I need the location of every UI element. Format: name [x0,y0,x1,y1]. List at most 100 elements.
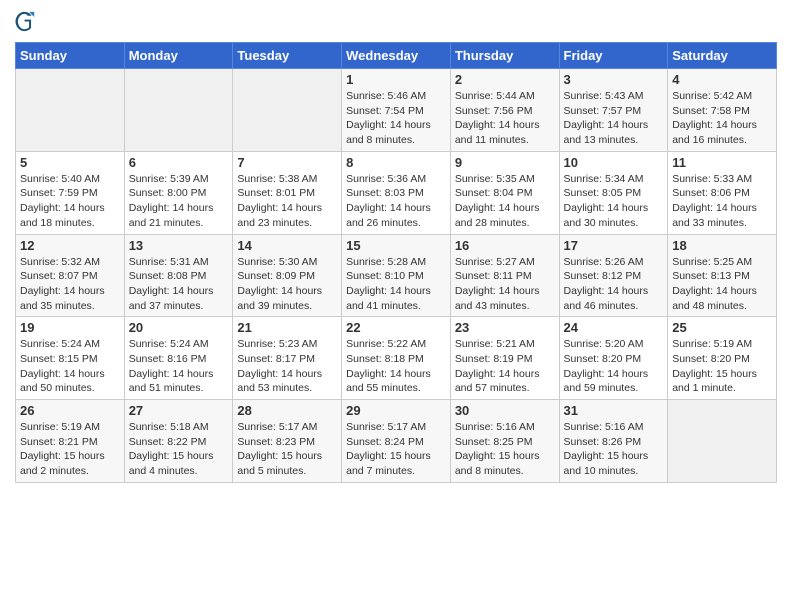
calendar-cell: 16 Sunrise: 5:27 AM Sunset: 8:11 PM Dayli… [450,234,559,317]
calendar-cell: 25 Sunrise: 5:19 AM Sunset: 8:20 PM Dayli… [668,317,777,400]
day-number: 30 [455,403,555,418]
cell-content: Sunrise: 5:42 AM Sunset: 7:58 PM Dayligh… [672,89,772,148]
day-number: 13 [129,238,229,253]
day-number: 21 [237,320,337,335]
calendar-cell: 28 Sunrise: 5:17 AM Sunset: 8:23 PM Dayli… [233,400,342,483]
calendar-cell: 27 Sunrise: 5:18 AM Sunset: 8:22 PM Dayli… [124,400,233,483]
cell-content: Sunrise: 5:19 AM Sunset: 8:20 PM Dayligh… [672,337,772,396]
logo-icon [15,10,39,34]
cell-content: Sunrise: 5:27 AM Sunset: 8:11 PM Dayligh… [455,255,555,314]
calendar-cell [16,69,125,152]
calendar-week-row: 19 Sunrise: 5:24 AM Sunset: 8:15 PM Dayli… [16,317,777,400]
calendar-cell: 17Sunrise: 5:26 AM Sunset: 8:12 PM Dayli… [559,234,668,317]
calendar-cell: 12 Sunrise: 5:32 AM Sunset: 8:07 PM Dayli… [16,234,125,317]
day-number: 4 [672,72,772,87]
weekday-header: Sunday [16,43,125,69]
cell-content: Sunrise: 5:38 AM Sunset: 8:01 PM Dayligh… [237,172,337,231]
day-number: 18 [672,238,772,253]
calendar-cell [668,400,777,483]
day-number: 2 [455,72,555,87]
weekday-header: Friday [559,43,668,69]
cell-content: Sunrise: 5:32 AM Sunset: 8:07 PM Dayligh… [20,255,120,314]
day-number: 25 [672,320,772,335]
cell-content: Sunrise: 5:43 AM Sunset: 7:57 PM Dayligh… [564,89,664,148]
cell-content: Sunrise: 5:16 AM Sunset: 8:25 PM Dayligh… [455,420,555,479]
cell-content: Sunrise: 5:40 AM Sunset: 7:59 PM Dayligh… [20,172,120,231]
calendar-cell: 31 Sunrise: 5:16 AM Sunset: 8:26 PM Dayli… [559,400,668,483]
cell-content: Sunrise: 5:28 AM Sunset: 8:10 PM Dayligh… [346,255,446,314]
calendar-week-row: 26 Sunrise: 5:19 AM Sunset: 8:21 PM Dayli… [16,400,777,483]
day-number: 1 [346,72,446,87]
calendar-cell: 24 Sunrise: 5:20 AM Sunset: 8:20 PM Dayli… [559,317,668,400]
cell-content: Sunrise: 5:33 AM Sunset: 8:06 PM Dayligh… [672,172,772,231]
calendar-week-row: 1 Sunrise: 5:46 AM Sunset: 7:54 PM Daylig… [16,69,777,152]
day-number: 3 [564,72,664,87]
day-number: 27 [129,403,229,418]
day-number: 15 [346,238,446,253]
weekday-header: Monday [124,43,233,69]
calendar-cell: 23Sunrise: 5:21 AM Sunset: 8:19 PM Dayli… [450,317,559,400]
cell-content: Sunrise: 5:46 AM Sunset: 7:54 PM Dayligh… [346,89,446,148]
cell-content: Sunrise: 5:20 AM Sunset: 8:20 PM Dayligh… [564,337,664,396]
calendar-cell: 4 Sunrise: 5:42 AM Sunset: 7:58 PM Daylig… [668,69,777,152]
calendar-cell: 10Sunrise: 5:34 AM Sunset: 8:05 PM Dayli… [559,151,668,234]
day-number: 5 [20,155,120,170]
day-number: 11 [672,155,772,170]
calendar-cell: 30 Sunrise: 5:16 AM Sunset: 8:25 PM Dayli… [450,400,559,483]
day-number: 14 [237,238,337,253]
cell-content: Sunrise: 5:23 AM Sunset: 8:17 PM Dayligh… [237,337,337,396]
calendar-cell: 19 Sunrise: 5:24 AM Sunset: 8:15 PM Dayli… [16,317,125,400]
cell-content: Sunrise: 5:16 AM Sunset: 8:26 PM Dayligh… [564,420,664,479]
weekday-header-row: SundayMondayTuesdayWednesdayThursdayFrid… [16,43,777,69]
calendar-cell: 6 Sunrise: 5:39 AM Sunset: 8:00 PM Daylig… [124,151,233,234]
day-number: 17 [564,238,664,253]
weekday-header: Thursday [450,43,559,69]
day-number: 26 [20,403,120,418]
calendar-cell: 22 Sunrise: 5:22 AM Sunset: 8:18 PM Dayli… [342,317,451,400]
calendar-cell: 29 Sunrise: 5:17 AM Sunset: 8:24 PM Dayli… [342,400,451,483]
cell-content: Sunrise: 5:44 AM Sunset: 7:56 PM Dayligh… [455,89,555,148]
calendar-cell: 5 Sunrise: 5:40 AM Sunset: 7:59 PM Daylig… [16,151,125,234]
calendar-cell [233,69,342,152]
cell-content: Sunrise: 5:24 AM Sunset: 8:15 PM Dayligh… [20,337,120,396]
calendar-cell: 13 Sunrise: 5:31 AM Sunset: 8:08 PM Dayli… [124,234,233,317]
day-number: 24 [564,320,664,335]
calendar-cell: 18 Sunrise: 5:25 AM Sunset: 8:13 PM Dayli… [668,234,777,317]
calendar-cell: 20Sunrise: 5:24 AM Sunset: 8:16 PM Dayli… [124,317,233,400]
cell-content: Sunrise: 5:18 AM Sunset: 8:22 PM Dayligh… [129,420,229,479]
calendar-week-row: 5 Sunrise: 5:40 AM Sunset: 7:59 PM Daylig… [16,151,777,234]
day-number: 20 [129,320,229,335]
calendar-table: SundayMondayTuesdayWednesdayThursdayFrid… [15,42,777,483]
day-number: 16 [455,238,555,253]
calendar-cell: 2 Sunrise: 5:44 AM Sunset: 7:56 PM Daylig… [450,69,559,152]
day-number: 22 [346,320,446,335]
day-number: 12 [20,238,120,253]
calendar-week-row: 12 Sunrise: 5:32 AM Sunset: 8:07 PM Dayli… [16,234,777,317]
day-number: 28 [237,403,337,418]
cell-content: Sunrise: 5:30 AM Sunset: 8:09 PM Dayligh… [237,255,337,314]
cell-content: Sunrise: 5:25 AM Sunset: 8:13 PM Dayligh… [672,255,772,314]
weekday-header: Wednesday [342,43,451,69]
calendar-cell: 14 Sunrise: 5:30 AM Sunset: 8:09 PM Dayli… [233,234,342,317]
cell-content: Sunrise: 5:22 AM Sunset: 8:18 PM Dayligh… [346,337,446,396]
cell-content: Sunrise: 5:31 AM Sunset: 8:08 PM Dayligh… [129,255,229,314]
calendar-cell: 1 Sunrise: 5:46 AM Sunset: 7:54 PM Daylig… [342,69,451,152]
weekday-header: Saturday [668,43,777,69]
cell-content: Sunrise: 5:39 AM Sunset: 8:00 PM Dayligh… [129,172,229,231]
day-number: 19 [20,320,120,335]
page-header [15,10,777,34]
cell-content: Sunrise: 5:19 AM Sunset: 8:21 PM Dayligh… [20,420,120,479]
cell-content: Sunrise: 5:17 AM Sunset: 8:23 PM Dayligh… [237,420,337,479]
calendar-cell: 8Sunrise: 5:36 AM Sunset: 8:03 PM Daylig… [342,151,451,234]
day-number: 6 [129,155,229,170]
weekday-header: Tuesday [233,43,342,69]
day-number: 31 [564,403,664,418]
day-number: 10 [564,155,664,170]
calendar-cell: 21 Sunrise: 5:23 AM Sunset: 8:17 PM Dayli… [233,317,342,400]
calendar-cell: 15 Sunrise: 5:28 AM Sunset: 8:10 PM Dayli… [342,234,451,317]
cell-content: Sunrise: 5:36 AM Sunset: 8:03 PM Dayligh… [346,172,446,231]
logo [15,10,43,34]
cell-content: Sunrise: 5:17 AM Sunset: 8:24 PM Dayligh… [346,420,446,479]
calendar-cell [124,69,233,152]
day-number: 29 [346,403,446,418]
